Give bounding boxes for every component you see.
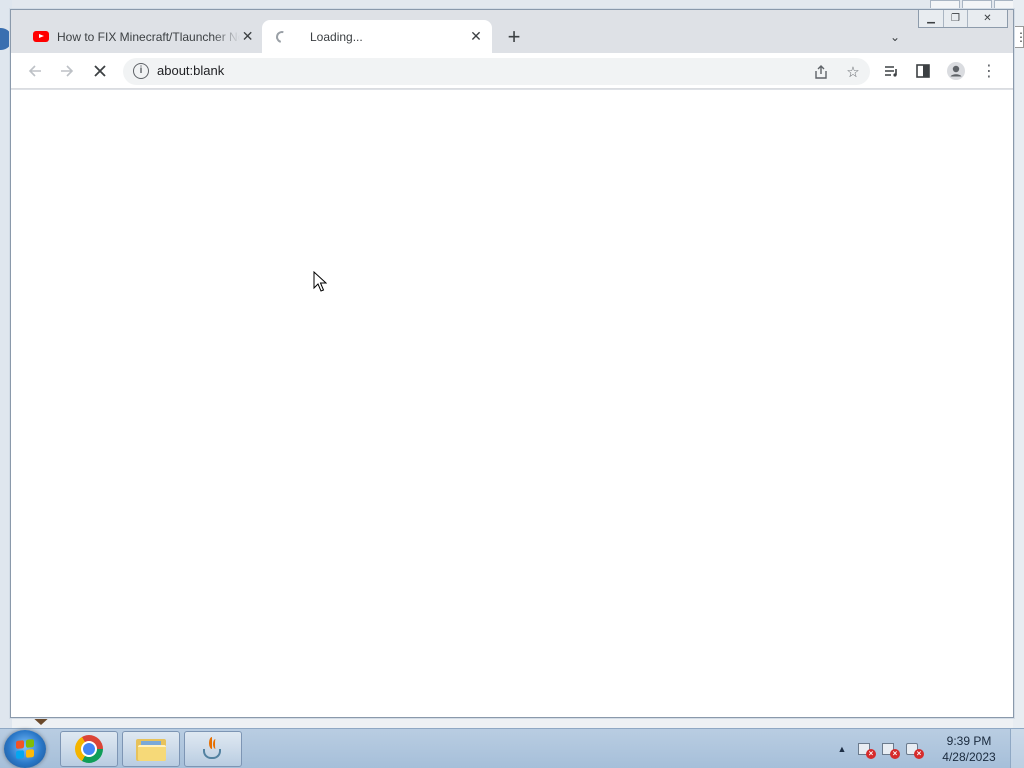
clock-date: 4/28/2023 bbox=[942, 750, 996, 764]
tab-title: How to FIX Minecraft/Tlauncher Not Launc… bbox=[57, 29, 240, 44]
browser-toolbar: i about:blank ☆ ⋮ bbox=[11, 53, 1013, 89]
network-icon[interactable]: × bbox=[882, 741, 900, 759]
stop-loading-icon[interactable] bbox=[86, 57, 114, 85]
background-menu-icon: ⋮ bbox=[1014, 26, 1024, 48]
info-icon[interactable]: i bbox=[133, 63, 149, 79]
java-icon bbox=[200, 735, 226, 763]
minimize-button[interactable]: ▁ bbox=[919, 10, 943, 27]
show-desktop-button[interactable] bbox=[1010, 729, 1024, 768]
close-window-button[interactable]: ✕ bbox=[967, 10, 1007, 27]
chevron-down-icon[interactable]: ⌄ bbox=[883, 25, 907, 49]
restore-button[interactable]: ❐ bbox=[943, 10, 967, 27]
taskbar-chrome[interactable] bbox=[60, 731, 118, 767]
clock-time: 9:39 PM bbox=[946, 734, 992, 748]
background-right-edge bbox=[1013, 0, 1024, 728]
media-control-icon[interactable] bbox=[877, 57, 905, 85]
system-tray: ▲ × × × 9:39 PM 4/28/2023 bbox=[834, 729, 1024, 768]
mouse-cursor-icon bbox=[313, 271, 327, 292]
tab-loading[interactable]: Loading... ✕ bbox=[262, 20, 492, 53]
chrome-window: How to FIX Minecraft/Tlauncher Not Launc… bbox=[10, 9, 1014, 718]
loading-spinner-icon bbox=[273, 28, 291, 45]
start-button[interactable] bbox=[4, 730, 46, 768]
tab-youtube[interactable]: How to FIX Minecraft/Tlauncher Not Launc… bbox=[21, 20, 261, 53]
youtube-icon bbox=[33, 29, 49, 45]
address-url[interactable]: about:blank bbox=[157, 63, 224, 78]
taskbar: ▲ × × × 9:39 PM 4/28/2023 bbox=[0, 728, 1024, 768]
tab-strip: How to FIX Minecraft/Tlauncher Not Launc… bbox=[11, 10, 1013, 53]
window-controls: ▁ ❐ ✕ bbox=[918, 10, 1008, 28]
close-tab-icon[interactable]: ✕ bbox=[466, 27, 486, 47]
more-vert-icon[interactable]: ⋮ bbox=[975, 57, 1003, 85]
chrome-icon bbox=[75, 735, 103, 763]
forward-arrow-icon[interactable] bbox=[53, 57, 81, 85]
star-icon[interactable]: ☆ bbox=[841, 60, 865, 84]
profile-icon[interactable] bbox=[942, 57, 970, 85]
show-hidden-icons-icon[interactable]: ▲ bbox=[834, 744, 850, 754]
address-bar[interactable]: i about:blank ☆ bbox=[123, 58, 870, 85]
tab-title: Loading... bbox=[310, 29, 363, 44]
windows-logo-icon bbox=[16, 739, 34, 759]
taskbar-explorer[interactable] bbox=[122, 731, 180, 767]
side-panel-icon[interactable] bbox=[909, 57, 937, 85]
folder-icon bbox=[136, 737, 166, 761]
action-center-icon[interactable]: × bbox=[858, 741, 876, 759]
new-tab-button[interactable]: + bbox=[501, 24, 527, 49]
clock[interactable]: 9:39 PM 4/28/2023 bbox=[932, 733, 1006, 765]
page-viewport[interactable] bbox=[11, 90, 1013, 717]
share-icon[interactable] bbox=[809, 60, 833, 84]
close-tab-icon[interactable]: ✕ bbox=[240, 27, 255, 47]
volume-muted-icon[interactable]: × bbox=[906, 741, 924, 759]
taskbar-java[interactable] bbox=[184, 731, 242, 767]
back-arrow-icon[interactable] bbox=[21, 57, 49, 85]
